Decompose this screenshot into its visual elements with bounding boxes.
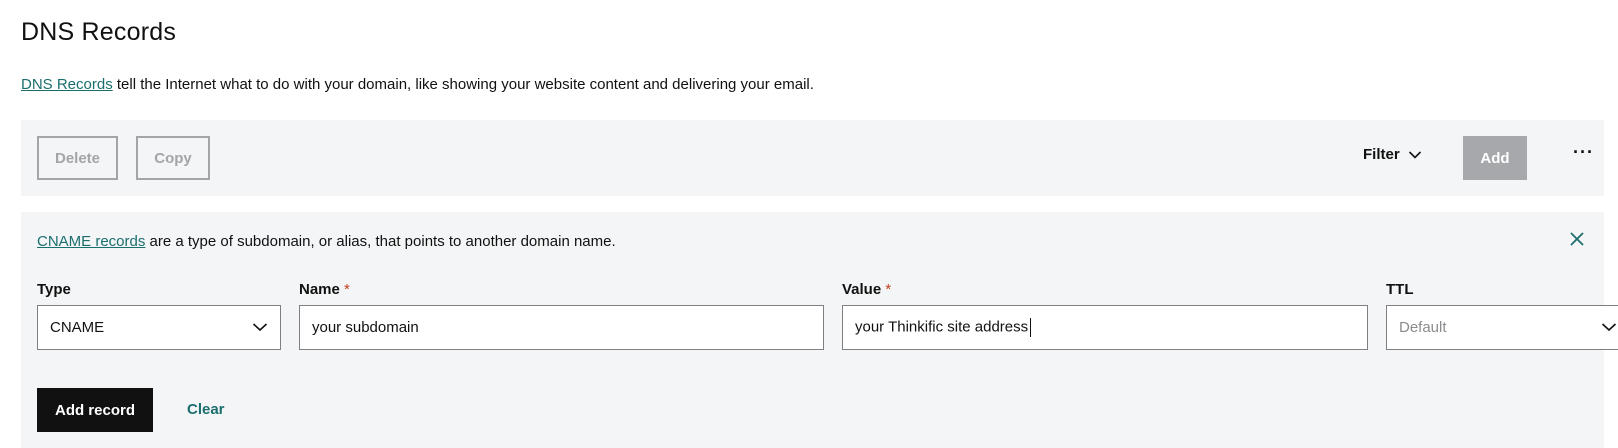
dns-records-link[interactable]: DNS Records (21, 76, 113, 93)
filter-label: Filter (1363, 146, 1400, 163)
required-mark: * (344, 281, 350, 298)
ttl-select[interactable]: Default (1386, 305, 1618, 350)
ttl-select-value: Default (1399, 319, 1447, 336)
chevron-down-icon (252, 319, 268, 336)
value-input-value: your Thinkific site address (855, 318, 1355, 337)
name-input-value: your subdomain (312, 319, 419, 336)
add-record-button[interactable]: Add record (37, 388, 153, 432)
type-label: Type (37, 281, 71, 298)
value-label: Value * (842, 281, 892, 298)
copy-button[interactable]: Copy (136, 136, 210, 180)
intro-description: tell the Internet what to do with your d… (112, 76, 814, 93)
filter-dropdown[interactable]: Filter (1363, 146, 1422, 163)
clear-button[interactable]: Clear (187, 401, 225, 418)
chevron-down-icon (1408, 150, 1422, 160)
more-horizontal-icon[interactable]: ··· (1573, 142, 1594, 163)
cname-records-link[interactable]: CNAME records (37, 233, 145, 250)
records-toolbar: Delete Copy Filter Add ··· (21, 120, 1604, 196)
page-title: DNS Records (21, 18, 177, 46)
required-mark: * (885, 281, 892, 298)
text-cursor (1030, 318, 1032, 337)
value-input[interactable]: your Thinkific site address (842, 305, 1368, 350)
intro-text: DNS Records tell the Internet what to do… (21, 76, 814, 93)
chevron-down-icon (1601, 319, 1617, 336)
ttl-label: TTL (1386, 281, 1414, 298)
add-record-panel: CNAME records are a type of subdomain, o… (21, 212, 1618, 448)
close-icon[interactable] (1569, 231, 1585, 252)
add-button[interactable]: Add (1463, 136, 1527, 180)
type-select[interactable]: CNAME (37, 305, 281, 350)
name-input[interactable]: your subdomain (299, 305, 824, 350)
delete-button[interactable]: Delete (37, 136, 118, 180)
cname-info-description: are a type of subdomain, or alias, that … (145, 233, 616, 250)
type-select-value: CNAME (50, 319, 105, 336)
name-label: Name * (299, 281, 350, 298)
cname-info-text: CNAME records are a type of subdomain, o… (37, 233, 616, 250)
